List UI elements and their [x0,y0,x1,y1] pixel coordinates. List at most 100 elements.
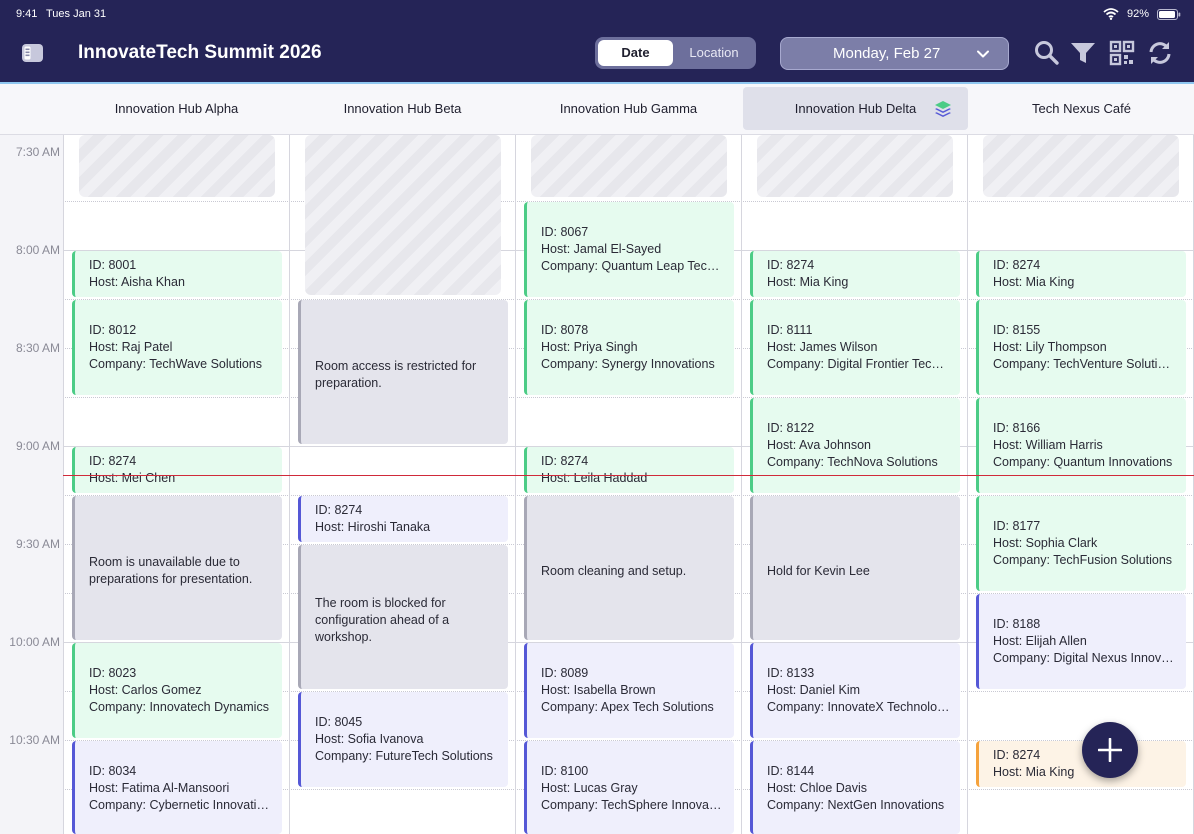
booking-card[interactable]: ID: 8001 Host: Aisha Khan [72,251,282,297]
booking-company: Company: Synergy Innovations [541,357,715,371]
time-label: 9:00 AM [15,439,60,453]
booking-company: Company: TechVenture Solutions [993,357,1176,371]
booking-id: ID: 8122 [767,421,815,435]
booking-id: ID: 8274 [541,454,589,468]
booking-id: ID: 8067 [541,225,589,239]
booking-company: Company: FutureTech Solutions [315,749,493,763]
sidebar-toggle-button[interactable] [20,41,46,65]
booking-host: Host: Raj Patel [89,340,173,354]
booking-card[interactable]: ID: 8274 Host: Mei Chen [72,447,282,493]
time-label: 10:00 AM [9,635,60,649]
booking-card[interactable]: ID: 8045 Host: Sofia Ivanova Company: Fu… [298,692,508,787]
booking-card[interactable]: ID: 8274 Host: Leila Haddad [524,447,734,493]
column-divider [515,135,516,834]
status-date: Tues Jan 31 [46,8,107,20]
view-toggle-date[interactable]: Date [598,40,673,66]
booking-card[interactable]: ID: 8111 Host: James Wilson Company: Dig… [750,300,960,395]
booking-card[interactable]: ID: 8034 Host: Fatima Al-Mansoori Compan… [72,741,282,834]
booking-company: Company: Innovatech Dynamics [89,700,269,714]
booking-card[interactable]: ID: 8122 Host: Ava Johnson Company: Tech… [750,398,960,493]
battery-icon [1157,9,1181,20]
booking-card[interactable]: ID: 8067 Host: Jamal El-Sayed Company: Q… [524,202,734,297]
booking-id: ID: 8177 [993,519,1041,533]
column-divider [289,135,290,834]
blocked-card[interactable]: Hold for Kevin Lee [750,496,960,640]
booking-company: Company: TechSphere Innovations [541,798,724,812]
date-picker[interactable]: Monday, Feb 27 [780,37,1009,70]
room-header-alpha[interactable]: Innovation Hub Alpha [64,87,289,130]
room-header-gamma[interactable]: Innovation Hub Gamma [516,87,741,130]
booking-host: Host: Sophia Clark [993,536,1098,550]
booking-card[interactable]: ID: 8274 Host: Mia King [750,251,960,297]
blocked-reason: Hold for Kevin Lee [767,563,870,578]
view-toggle-location[interactable]: Location [675,40,753,66]
column-divider [967,135,968,834]
unavailable-block [79,135,275,197]
chevron-down-icon [977,50,989,58]
column-divider [741,135,742,834]
booking-host: Host: Jamal El-Sayed [541,242,662,256]
booking-card[interactable]: ID: 8089 Host: Isabella Brown Company: A… [524,643,734,738]
add-booking-button[interactable] [1082,722,1138,778]
booking-card[interactable]: ID: 8012 Host: Raj Patel Company: TechWa… [72,300,282,395]
room-header-delta[interactable]: Innovation Hub Delta [743,87,968,130]
sidebar-icon [22,44,43,62]
booking-card[interactable]: ID: 8023 Host: Carlos Gomez Company: Inn… [72,643,282,738]
booking-card[interactable]: ID: 8100 Host: Lucas Gray Company: TechS… [524,741,734,834]
unavailable-block [983,135,1179,197]
booking-card[interactable]: ID: 8144 Host: Chloe Davis Company: Next… [750,741,960,834]
time-label: 7:30 AM [15,145,60,159]
room-header-beta[interactable]: Innovation Hub Beta [290,87,515,130]
booking-card[interactable]: ID: 8188 Host: Elijah Allen Company: Dig… [976,594,1186,689]
time-label: 8:00 AM [15,243,60,257]
booking-host: Host: Mei Chen [89,471,176,485]
booking-card[interactable]: ID: 8274 Host: Mia King [976,741,1186,787]
view-toggle: Date Location [595,37,756,69]
booking-company: Company: Cybernetic Innovations [89,798,272,812]
qr-code-button[interactable] [1109,40,1135,66]
time-label: 10:30 AM [9,733,60,747]
room-header-nexus[interactable]: Tech Nexus Café [969,87,1194,130]
booking-card[interactable]: ID: 8078 Host: Priya Singh Company: Syne… [524,300,734,395]
schedule-grid: 7:30 AM 8:00 AM 8:30 AM 9:00 AM 9:30 AM … [0,135,1194,834]
booking-id: ID: 8034 [89,764,137,778]
booking-card[interactable]: ID: 8274 Host: Hiroshi Tanaka [298,496,508,542]
plus-icon [1098,738,1122,762]
date-picker-value: Monday, Feb 27 [833,45,941,62]
unavailable-block [305,135,501,295]
booking-host: Host: Mia King [767,275,849,289]
booking-card[interactable]: ID: 8166 Host: William Harris Company: Q… [976,398,1186,493]
booking-host: Host: Ava Johnson [767,438,872,452]
booking-card[interactable]: ID: 8133 Host: Daniel Kim Company: Innov… [750,643,960,738]
booking-id: ID: 8001 [89,258,137,272]
blocked-card[interactable]: The room is blocked for configuration ah… [298,545,508,689]
wifi-icon [1103,8,1119,20]
unavailable-block [757,135,953,197]
time-column: 7:30 AM 8:00 AM 8:30 AM 9:00 AM 9:30 AM … [0,135,63,834]
status-time: 9:41 [16,8,38,20]
blocked-reason: The room is blocked for configuration ah… [315,595,450,644]
booking-host: Host: Hiroshi Tanaka [315,520,431,534]
refresh-button[interactable] [1147,40,1173,66]
booking-id: ID: 8078 [541,323,589,337]
booking-id: ID: 8045 [315,715,363,729]
blocked-reason: Room access is restricted for preparatio… [315,359,477,390]
blocked-reason: Room cleaning and setup. [541,563,687,578]
booking-id: ID: 8111 [767,323,813,337]
booking-host: Host: Lucas Gray [541,781,638,795]
filter-button[interactable] [1070,40,1096,66]
blocked-card[interactable]: Room access is restricted for preparatio… [298,300,508,444]
blocked-card[interactable]: Room cleaning and setup. [524,496,734,640]
booking-company: Company: NextGen Innovations [767,798,945,812]
booking-id: ID: 8155 [993,323,1041,337]
room-header-row: Innovation Hub Alpha Innovation Hub Beta… [0,84,1194,135]
booking-card[interactable]: ID: 8274 Host: Mia King [976,251,1186,297]
search-button[interactable] [1034,40,1060,66]
booking-company: Company: InnovateX Technologies [767,700,950,714]
booking-company: Company: Digital Frontier Technologies [767,357,950,371]
blocked-card[interactable]: Room is unavailable due to preparations … [72,496,282,640]
booking-host: Host: Isabella Brown [541,683,656,697]
unavailable-block [531,135,727,197]
booking-card[interactable]: ID: 8177 Host: Sophia Clark Company: Tec… [976,496,1186,591]
booking-card[interactable]: ID: 8155 Host: Lily Thompson Company: Te… [976,300,1186,395]
